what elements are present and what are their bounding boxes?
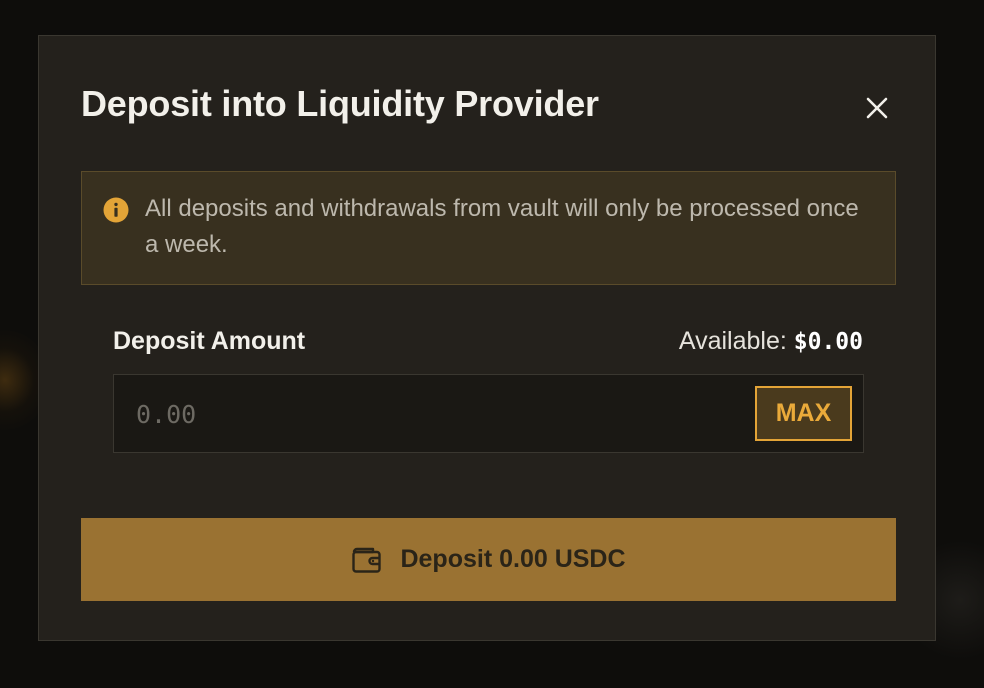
- notice-text: All deposits and withdrawals from vault …: [145, 195, 859, 258]
- available-balance: Available: $0.00: [679, 327, 863, 356]
- available-label: Available:: [678, 327, 787, 355]
- deposit-amount-label: Deposit Amount: [113, 327, 306, 355]
- available-value: $0.00: [793, 329, 863, 355]
- deposit-button-label: Deposit 0.00 USDC: [400, 545, 626, 573]
- deposit-amount-input[interactable]: [134, 393, 738, 435]
- wallet-icon: [351, 546, 382, 574]
- info-icon: [103, 197, 129, 223]
- amount-input-container: MAX: [113, 374, 864, 453]
- deposit-button[interactable]: Deposit 0.00 USDC: [81, 518, 896, 601]
- close-button[interactable]: [861, 92, 893, 124]
- info-notice: All deposits and withdrawals from vault …: [81, 171, 896, 285]
- deposit-modal: Deposit into Liquidity Provider All depo…: [38, 35, 936, 641]
- modal-title: Deposit into Liquidity Provider: [81, 83, 599, 124]
- max-button[interactable]: MAX: [755, 386, 852, 441]
- close-icon: [866, 97, 888, 119]
